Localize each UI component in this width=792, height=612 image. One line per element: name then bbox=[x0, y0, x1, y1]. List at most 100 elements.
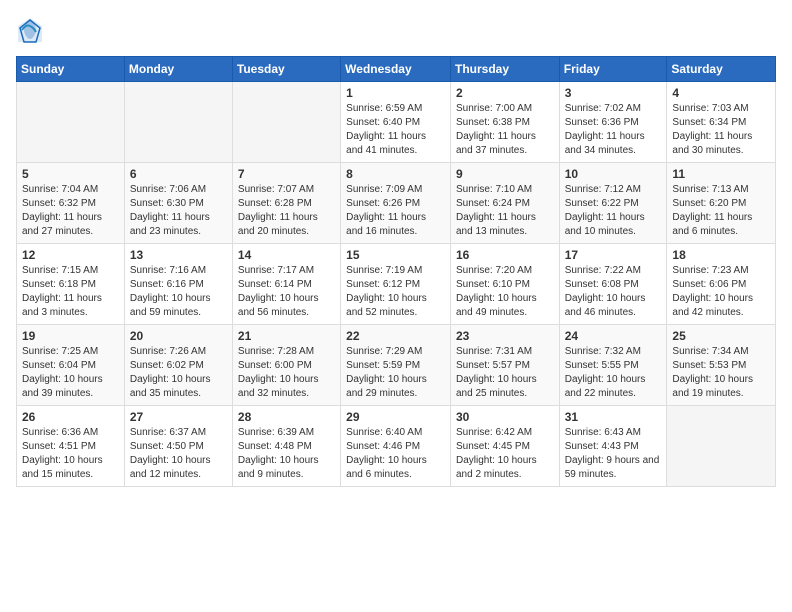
calendar-cell bbox=[667, 406, 776, 487]
day-info: Sunrise: 7:02 AM Sunset: 6:36 PM Dayligh… bbox=[565, 102, 662, 158]
day-number: 7 bbox=[238, 167, 335, 181]
calendar-cell: 4 Sunrise: 7:03 AM Sunset: 6:34 PM Daylig… bbox=[667, 82, 776, 163]
calendar-header-row: SundayMondayTuesdayWednesdayThursdayFrid… bbox=[17, 57, 776, 82]
day-number: 24 bbox=[565, 329, 662, 343]
calendar-week-row: 5 Sunrise: 7:04 AM Sunset: 6:32 PM Daylig… bbox=[17, 163, 776, 244]
calendar-cell: 11Sunrise: 7:13 AM Sunset: 6:20 PM Dayli… bbox=[667, 163, 776, 244]
day-number: 22 bbox=[346, 329, 445, 343]
calendar-cell: 17 Sunrise: 7:22 AM Sunset: 6:08 PM Dayli… bbox=[559, 244, 667, 325]
day-number: 6 bbox=[130, 167, 227, 181]
day-info: Sunrise: 7:26 AM Sunset: 6:02 PM Dayligh… bbox=[130, 345, 227, 401]
calendar-cell: 24 Sunrise: 7:32 AM Sunset: 5:55 PM Dayli… bbox=[559, 325, 667, 406]
day-number: 29 bbox=[346, 410, 445, 424]
day-info: Sunrise: 6:36 AM Sunset: 4:51 PM Dayligh… bbox=[22, 426, 119, 482]
calendar-cell: 2Sunrise: 7:00 AM Sunset: 6:38 PM Daylig… bbox=[450, 82, 559, 163]
calendar-cell: 22 Sunrise: 7:29 AM Sunset: 5:59 PM Dayli… bbox=[341, 325, 451, 406]
day-number: 23 bbox=[456, 329, 554, 343]
calendar-cell: 7 Sunrise: 7:07 AM Sunset: 6:28 PM Daylig… bbox=[232, 163, 340, 244]
day-info: Sunrise: 6:42 AM Sunset: 4:45 PM Dayligh… bbox=[456, 426, 554, 482]
header-thursday: Thursday bbox=[450, 57, 559, 82]
day-number: 11 bbox=[672, 167, 770, 181]
page-header bbox=[16, 16, 776, 44]
day-number: 18 bbox=[672, 248, 770, 262]
day-number: 25 bbox=[672, 329, 770, 343]
day-number: 26 bbox=[22, 410, 119, 424]
calendar-cell: 29 Sunrise: 6:40 AM Sunset: 4:46 PM Dayli… bbox=[341, 406, 451, 487]
day-info: Sunrise: 6:40 AM Sunset: 4:46 PM Dayligh… bbox=[346, 426, 445, 482]
day-info: Sunrise: 6:37 AM Sunset: 4:50 PM Dayligh… bbox=[130, 426, 227, 482]
calendar-cell bbox=[17, 82, 125, 163]
header-wednesday: Wednesday bbox=[341, 57, 451, 82]
day-info: Sunrise: 7:00 AM Sunset: 6:38 PM Dayligh… bbox=[456, 102, 554, 158]
logo-icon bbox=[16, 16, 44, 44]
day-info: Sunrise: 7:07 AM Sunset: 6:28 PM Dayligh… bbox=[238, 183, 335, 239]
day-number: 31 bbox=[565, 410, 662, 424]
day-number: 13 bbox=[130, 248, 227, 262]
day-number: 4 bbox=[672, 86, 770, 100]
day-number: 28 bbox=[238, 410, 335, 424]
calendar-cell: 27 Sunrise: 6:37 AM Sunset: 4:50 PM Dayli… bbox=[124, 406, 232, 487]
calendar-cell: 1Sunrise: 6:59 AM Sunset: 6:40 PM Daylig… bbox=[341, 82, 451, 163]
day-number: 16 bbox=[456, 248, 554, 262]
calendar-cell: 23 Sunrise: 7:31 AM Sunset: 5:57 PM Dayli… bbox=[450, 325, 559, 406]
calendar-week-row: 1Sunrise: 6:59 AM Sunset: 6:40 PM Daylig… bbox=[17, 82, 776, 163]
day-info: Sunrise: 7:15 AM Sunset: 6:18 PM Dayligh… bbox=[22, 264, 119, 320]
day-info: Sunrise: 7:03 AM Sunset: 6:34 PM Dayligh… bbox=[672, 102, 770, 158]
calendar-cell: 28Sunrise: 6:39 AM Sunset: 4:48 PM Dayli… bbox=[232, 406, 340, 487]
calendar-cell: 14 Sunrise: 7:17 AM Sunset: 6:14 PM Dayli… bbox=[232, 244, 340, 325]
day-number: 3 bbox=[565, 86, 662, 100]
day-info: Sunrise: 7:25 AM Sunset: 6:04 PM Dayligh… bbox=[22, 345, 119, 401]
day-info: Sunrise: 7:29 AM Sunset: 5:59 PM Dayligh… bbox=[346, 345, 445, 401]
day-number: 14 bbox=[238, 248, 335, 262]
calendar-cell: 5 Sunrise: 7:04 AM Sunset: 6:32 PM Daylig… bbox=[17, 163, 125, 244]
day-info: Sunrise: 7:17 AM Sunset: 6:14 PM Dayligh… bbox=[238, 264, 335, 320]
day-info: Sunrise: 7:09 AM Sunset: 6:26 PM Dayligh… bbox=[346, 183, 445, 239]
calendar-cell bbox=[124, 82, 232, 163]
calendar-cell: 16 Sunrise: 7:20 AM Sunset: 6:10 PM Dayli… bbox=[450, 244, 559, 325]
day-number: 21 bbox=[238, 329, 335, 343]
day-number: 9 bbox=[456, 167, 554, 181]
calendar-cell: 21 Sunrise: 7:28 AM Sunset: 6:00 PM Dayli… bbox=[232, 325, 340, 406]
day-number: 20 bbox=[130, 329, 227, 343]
day-info: Sunrise: 7:32 AM Sunset: 5:55 PM Dayligh… bbox=[565, 345, 662, 401]
day-info: Sunrise: 7:19 AM Sunset: 6:12 PM Dayligh… bbox=[346, 264, 445, 320]
day-number: 5 bbox=[22, 167, 119, 181]
calendar-cell: 19 Sunrise: 7:25 AM Sunset: 6:04 PM Dayli… bbox=[17, 325, 125, 406]
day-number: 8 bbox=[346, 167, 445, 181]
day-info: Sunrise: 6:43 AM Sunset: 4:43 PM Dayligh… bbox=[565, 426, 662, 482]
calendar-cell: 15 Sunrise: 7:19 AM Sunset: 6:12 PM Dayli… bbox=[341, 244, 451, 325]
day-info: Sunrise: 7:12 AM Sunset: 6:22 PM Dayligh… bbox=[565, 183, 662, 239]
calendar-cell: 12 Sunrise: 7:15 AM Sunset: 6:18 PM Dayli… bbox=[17, 244, 125, 325]
day-info: Sunrise: 7:04 AM Sunset: 6:32 PM Dayligh… bbox=[22, 183, 119, 239]
day-info: Sunrise: 7:16 AM Sunset: 6:16 PM Dayligh… bbox=[130, 264, 227, 320]
day-info: Sunrise: 7:22 AM Sunset: 6:08 PM Dayligh… bbox=[565, 264, 662, 320]
header-friday: Friday bbox=[559, 57, 667, 82]
day-info: Sunrise: 7:28 AM Sunset: 6:00 PM Dayligh… bbox=[238, 345, 335, 401]
day-info: Sunrise: 7:10 AM Sunset: 6:24 PM Dayligh… bbox=[456, 183, 554, 239]
calendar-cell: 6 Sunrise: 7:06 AM Sunset: 6:30 PM Daylig… bbox=[124, 163, 232, 244]
day-number: 12 bbox=[22, 248, 119, 262]
calendar-cell: 13 Sunrise: 7:16 AM Sunset: 6:16 PM Dayli… bbox=[124, 244, 232, 325]
header-sunday: Sunday bbox=[17, 57, 125, 82]
day-number: 1 bbox=[346, 86, 445, 100]
calendar-cell: 9 Sunrise: 7:10 AM Sunset: 6:24 PM Daylig… bbox=[450, 163, 559, 244]
logo bbox=[16, 16, 48, 44]
day-info: Sunrise: 7:34 AM Sunset: 5:53 PM Dayligh… bbox=[672, 345, 770, 401]
day-number: 27 bbox=[130, 410, 227, 424]
day-info: Sunrise: 7:06 AM Sunset: 6:30 PM Dayligh… bbox=[130, 183, 227, 239]
calendar-cell: 31 Sunrise: 6:43 AM Sunset: 4:43 PM Dayli… bbox=[559, 406, 667, 487]
calendar-cell: 8 Sunrise: 7:09 AM Sunset: 6:26 PM Daylig… bbox=[341, 163, 451, 244]
calendar-week-row: 19 Sunrise: 7:25 AM Sunset: 6:04 PM Dayli… bbox=[17, 325, 776, 406]
day-number: 17 bbox=[565, 248, 662, 262]
day-number: 10 bbox=[565, 167, 662, 181]
day-number: 19 bbox=[22, 329, 119, 343]
header-tuesday: Tuesday bbox=[232, 57, 340, 82]
calendar-week-row: 26 Sunrise: 6:36 AM Sunset: 4:51 PM Dayli… bbox=[17, 406, 776, 487]
calendar-cell: 26 Sunrise: 6:36 AM Sunset: 4:51 PM Dayli… bbox=[17, 406, 125, 487]
calendar-cell: 18 Sunrise: 7:23 AM Sunset: 6:06 PM Dayli… bbox=[667, 244, 776, 325]
day-info: Sunrise: 7:20 AM Sunset: 6:10 PM Dayligh… bbox=[456, 264, 554, 320]
day-info: Sunrise: 7:31 AM Sunset: 5:57 PM Dayligh… bbox=[456, 345, 554, 401]
day-number: 15 bbox=[346, 248, 445, 262]
calendar-cell: 3 Sunrise: 7:02 AM Sunset: 6:36 PM Daylig… bbox=[559, 82, 667, 163]
day-info: Sunrise: 7:23 AM Sunset: 6:06 PM Dayligh… bbox=[672, 264, 770, 320]
